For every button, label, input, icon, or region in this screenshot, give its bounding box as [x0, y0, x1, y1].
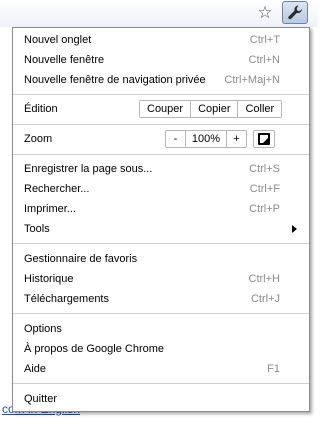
fullscreen-button[interactable]	[253, 130, 275, 148]
menu-separator	[13, 124, 309, 125]
menu-item-label: Gestionnaire de favoris	[24, 253, 138, 265]
chrome-menu: Nouvel onglet Ctrl+T Nouvelle fenêtre Ct…	[12, 27, 310, 412]
menu-item-shortcut: F1	[267, 363, 280, 375]
menu-item-tools[interactable]: Tools	[13, 219, 309, 239]
menu-item-find[interactable]: Rechercher... Ctrl+F	[13, 179, 309, 199]
wrench-menu-button[interactable]	[282, 1, 308, 24]
menu-item-new-tab[interactable]: Nouvel onglet Ctrl+T	[13, 30, 309, 50]
fullscreen-icon	[258, 133, 270, 145]
menu-item-label: À propos de Google Chrome	[24, 343, 165, 355]
copy-button[interactable]: Copier	[190, 101, 238, 117]
menu-item-shortcut: Ctrl+H	[248, 273, 280, 285]
zoom-out-button[interactable]: -	[166, 131, 185, 147]
menu-item-label: Enregistrer la page sous...	[24, 163, 153, 175]
menu-item-shortcut: Ctrl+P	[249, 203, 280, 215]
zoom-in-button[interactable]: +	[227, 131, 246, 147]
menu-item-help[interactable]: Aide F1	[13, 359, 309, 379]
wrench-icon	[288, 5, 303, 20]
menu-separator	[13, 94, 309, 95]
menu-item-label: Nouvel onglet	[24, 34, 92, 46]
menu-item-shortcut: Ctrl+F	[249, 183, 280, 195]
edit-button-group: Couper Copier Coller	[139, 100, 283, 118]
cut-button[interactable]: Couper	[140, 101, 191, 117]
menu-item-label: Options	[24, 323, 62, 335]
menu-item-shortcut: Ctrl+Maj+N	[224, 74, 280, 86]
menu-item-label: Édition	[24, 103, 58, 115]
menu-item-label: Aide	[24, 363, 47, 375]
menu-item-label: Historique	[24, 273, 74, 285]
browser-toolbar: ☆	[0, 0, 318, 27]
zoom-level: 100%	[185, 131, 227, 147]
menu-item-label: Nouvelle fenêtre	[24, 54, 105, 66]
menu-item-quit[interactable]: Quitter	[13, 389, 309, 409]
menu-item-new-window[interactable]: Nouvelle fenêtre Ctrl+N	[13, 50, 309, 70]
menu-item-print[interactable]: Imprimer... Ctrl+P	[13, 199, 309, 219]
menu-item-about[interactable]: À propos de Google Chrome	[13, 339, 309, 359]
menu-item-bookmark-manager[interactable]: Gestionnaire de favoris	[13, 249, 309, 269]
paste-button[interactable]: Coller	[237, 101, 282, 117]
zoom-control-group: - 100% +	[165, 130, 247, 148]
menu-item-label: Imprimer...	[24, 203, 76, 215]
star-icon[interactable]: ☆	[255, 3, 275, 23]
menu-item-shortcut: Ctrl+T	[249, 34, 280, 46]
menu-item-shortcut: Ctrl+J	[250, 293, 280, 305]
menu-separator	[13, 154, 309, 155]
menu-item-new-incognito-window[interactable]: Nouvelle fenêtre de navigation privée Ct…	[13, 70, 309, 90]
menu-item-downloads[interactable]: Téléchargements Ctrl+J	[13, 289, 309, 309]
menu-item-label: Téléchargements	[24, 293, 109, 305]
menu-item-shortcut: Ctrl+S	[249, 163, 280, 175]
submenu-arrow-icon	[292, 225, 297, 233]
menu-item-options[interactable]: Options	[13, 319, 309, 339]
menu-item-label: Tools	[24, 223, 50, 235]
menu-item-label: Zoom	[24, 133, 53, 145]
menu-row-edit: Édition Couper Copier Coller	[13, 99, 309, 119]
menu-item-label: Nouvelle fenêtre de navigation privée	[24, 74, 206, 86]
menu-item-history[interactable]: Historique Ctrl+H	[13, 269, 309, 289]
menu-separator	[13, 383, 309, 384]
menu-row-zoom: Zoom - 100% +	[13, 129, 309, 149]
menu-item-label: Quitter	[24, 393, 58, 405]
menu-separator	[13, 313, 309, 314]
menu-item-save-page[interactable]: Enregistrer la page sous... Ctrl+S	[13, 159, 309, 179]
menu-item-label: Rechercher...	[24, 183, 90, 195]
menu-separator	[13, 243, 309, 244]
menu-item-shortcut: Ctrl+N	[248, 54, 280, 66]
